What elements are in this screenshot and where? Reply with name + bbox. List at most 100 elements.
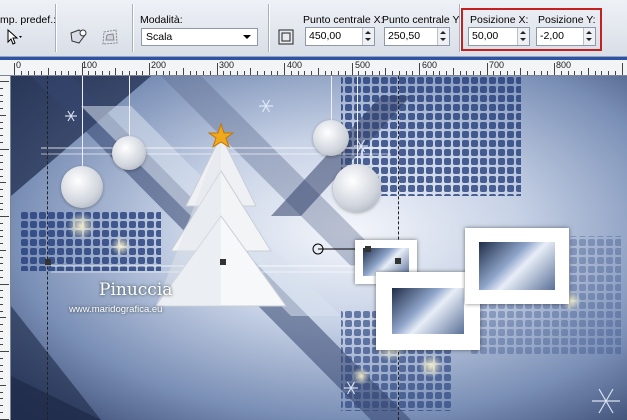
center-y-label: Punto centrale Y: xyxy=(382,14,462,26)
ruler-tick xyxy=(0,189,3,190)
ruler-tick xyxy=(594,71,596,75)
ruler-tick xyxy=(0,283,9,285)
ruler-tick xyxy=(0,249,6,251)
ruler-label: 800 xyxy=(556,60,572,70)
ruler-tick xyxy=(0,310,3,312)
ruler-label: 100 xyxy=(82,60,98,70)
ruler-tick xyxy=(115,68,117,75)
ruler-tick xyxy=(533,71,535,75)
ruler-tick xyxy=(0,256,3,258)
ruler-tick xyxy=(270,71,272,75)
ruler-tick xyxy=(0,108,3,109)
ruler-tick xyxy=(0,270,3,271)
ruler-tick xyxy=(263,71,265,75)
toolbar-separator xyxy=(459,4,460,52)
center-y-spinner[interactable] xyxy=(437,28,449,45)
ruler-tick xyxy=(371,71,373,75)
selection-handle[interactable] xyxy=(395,258,401,264)
ruler-tick xyxy=(216,63,218,75)
center-x-input[interactable]: 450,00 xyxy=(305,27,375,46)
center-y-value: 250,50 xyxy=(388,30,421,42)
vertical-guide[interactable] xyxy=(47,76,48,420)
center-x-label: Punto centrale X: xyxy=(303,14,384,26)
ruler-tick xyxy=(0,162,3,163)
ruler-tick xyxy=(432,71,434,75)
ruler-label: 600 xyxy=(422,60,438,70)
ruler-tick xyxy=(513,71,515,75)
center-point-icon[interactable] xyxy=(274,26,298,48)
ruler-tick xyxy=(108,71,110,75)
ruler-tick xyxy=(0,121,3,123)
ruler-tick xyxy=(81,63,83,75)
ruler-tick xyxy=(311,71,312,75)
pick-tool-icon[interactable] xyxy=(2,26,26,48)
ruler-tick xyxy=(392,71,393,75)
ruler-tick xyxy=(142,71,144,75)
ruler-tick xyxy=(189,71,191,75)
center-y-input[interactable]: 250,50 xyxy=(384,27,450,46)
ornament-string xyxy=(357,76,358,166)
ruler-tick xyxy=(0,94,3,96)
photo-frame[interactable] xyxy=(465,228,569,304)
ruler-tick xyxy=(331,71,333,75)
ruler-tick xyxy=(425,71,427,75)
ruler-tick xyxy=(209,71,211,75)
ruler-tick xyxy=(250,68,252,75)
watermark-site: www.maridografica.eu xyxy=(69,304,163,315)
selection-handle[interactable] xyxy=(45,259,51,265)
mode-select[interactable]: Scala xyxy=(141,28,258,46)
center-x-spinner[interactable] xyxy=(362,28,374,45)
ruler-tick xyxy=(0,101,3,103)
ruler-tick xyxy=(581,71,582,75)
toolbar-separator xyxy=(268,4,269,52)
ruler-tick xyxy=(0,81,9,82)
ornament-string xyxy=(82,76,83,166)
ruler-tick xyxy=(338,71,339,75)
preset-label: mp. predef.: xyxy=(0,14,57,26)
ruler-tick xyxy=(149,63,150,75)
ruler-tick xyxy=(155,71,157,75)
ruler-tick xyxy=(0,337,3,339)
horizontal-ruler[interactable]: 0 100 200 300 400 500 600 700 800 xyxy=(0,57,627,76)
ruler-tick xyxy=(614,71,616,75)
ruler-tick xyxy=(0,378,3,379)
ruler-tick xyxy=(61,71,63,75)
ruler-tick xyxy=(95,71,96,75)
ruler-tick xyxy=(0,344,3,346)
ruler-tick xyxy=(493,71,495,75)
ruler-tick xyxy=(0,411,3,413)
ruler-tick xyxy=(452,68,454,75)
ruler-tick xyxy=(554,63,555,75)
ruler-tick xyxy=(257,71,258,75)
ruler-tick xyxy=(27,71,29,75)
ruler-tick xyxy=(439,71,441,75)
mode-select-value: Scala xyxy=(146,31,173,43)
ruler-tick xyxy=(0,303,3,305)
deform-tool-icon[interactable] xyxy=(66,26,90,48)
ruler-tick xyxy=(122,71,123,75)
ruler-tick xyxy=(0,148,9,150)
image-canvas[interactable]: Pinuccia www.maridografica.eu xyxy=(11,76,627,420)
vertical-ruler[interactable] xyxy=(0,76,11,420)
ruler-tick xyxy=(0,276,3,278)
ruler-tick xyxy=(47,68,49,75)
ruler-tick xyxy=(398,71,400,75)
ruler-tick xyxy=(344,71,346,75)
ruler-tick xyxy=(230,71,231,75)
ruler-label: 300 xyxy=(219,60,235,70)
ruler-tick xyxy=(0,364,3,366)
ornament-ball xyxy=(112,136,146,170)
ruler-tick xyxy=(236,71,238,75)
selection-handle[interactable] xyxy=(365,246,371,252)
ruler-label: 200 xyxy=(151,60,167,70)
perspective-tool-icon[interactable] xyxy=(98,26,122,48)
ruler-tick xyxy=(412,71,414,75)
ruler-tick xyxy=(203,71,204,75)
ruler-tick xyxy=(486,63,488,75)
position-highlight-box xyxy=(461,8,602,51)
ruler-tick xyxy=(196,71,198,75)
watermark-name: Pinuccia xyxy=(99,280,173,300)
mode-label: Modalità: xyxy=(140,14,183,26)
ruler-tick xyxy=(567,71,569,75)
ruler-tick xyxy=(0,324,3,325)
